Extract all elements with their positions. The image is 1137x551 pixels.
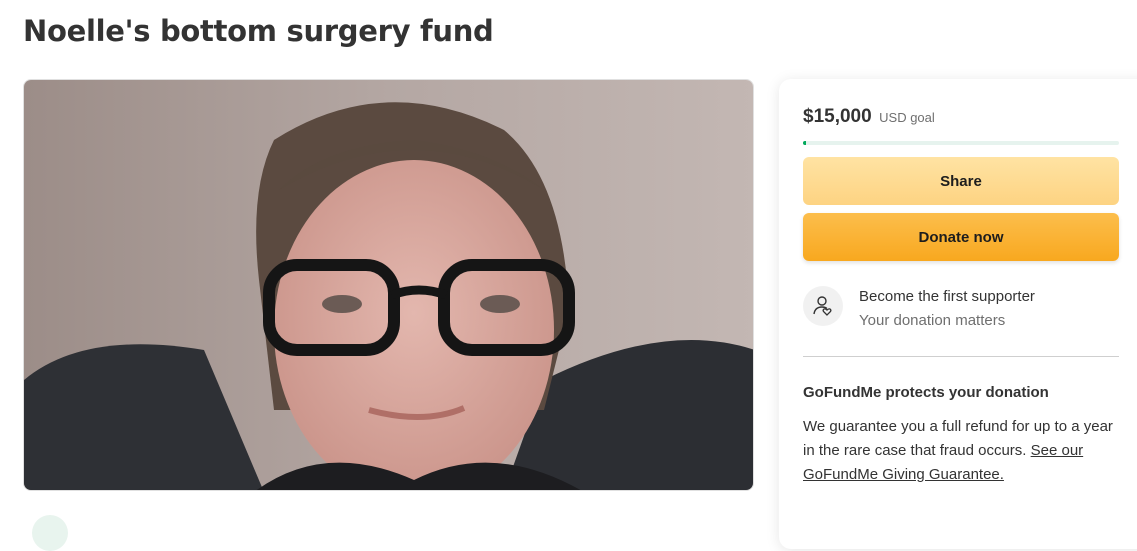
supporter-heart-icon: [803, 286, 843, 326]
page-title: Noelle's bottom surgery fund: [23, 14, 494, 48]
supporter-title: Become the first supporter: [859, 288, 1035, 305]
goal-summary: $15,000 USD goal: [803, 106, 935, 128]
supporter-subtitle: Your donation matters: [859, 312, 1006, 329]
goal-amount: $15,000: [803, 106, 872, 127]
campaign-photo-image: [24, 80, 753, 490]
progress-fill: [803, 141, 806, 145]
first-supporter-block: Become the first supporter Your donation…: [803, 284, 1133, 334]
goal-label: USD goal: [879, 110, 935, 125]
protection-title: GoFundMe protects your donation: [803, 384, 1049, 401]
protection-text: We guarantee you a full refund for up to…: [803, 415, 1123, 487]
share-button[interactable]: Share: [803, 157, 1119, 205]
donate-button[interactable]: Donate now: [803, 213, 1119, 261]
progress-bar: [803, 141, 1119, 145]
campaign-photo[interactable]: [23, 79, 754, 491]
organizer-avatar: [32, 515, 68, 551]
donation-card: $15,000 USD goal Share Donate now Become…: [779, 79, 1137, 549]
divider: [803, 356, 1119, 357]
